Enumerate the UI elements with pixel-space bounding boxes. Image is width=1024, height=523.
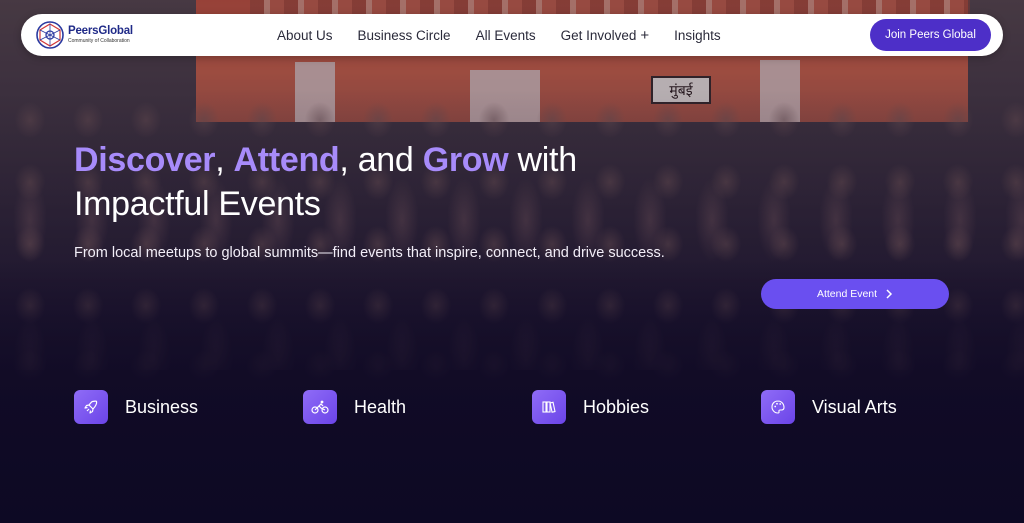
category-hobbies[interactable]: Hobbies bbox=[532, 390, 649, 424]
nav-link-business-circle[interactable]: Business Circle bbox=[358, 28, 451, 43]
join-peers-global-button[interactable]: Join Peers Global bbox=[870, 19, 991, 51]
rocket-icon bbox=[74, 390, 108, 424]
category-health[interactable]: Health bbox=[303, 390, 406, 424]
category-label: Hobbies bbox=[583, 396, 650, 417]
brand-name: PeersGlobal bbox=[68, 25, 133, 38]
attend-event-button[interactable]: Attend Event bbox=[761, 279, 949, 309]
nav-link-about-us[interactable]: About Us bbox=[277, 28, 333, 43]
hero-subtext: From local meetups to global summits—fin… bbox=[74, 245, 665, 261]
peersglobal-logo-icon bbox=[36, 21, 64, 49]
attend-event-label: Attend Event bbox=[816, 288, 878, 300]
plus-icon: + bbox=[640, 26, 650, 44]
headline-word-attend: Attend bbox=[233, 141, 340, 179]
top-navbar: PeersGlobal Community of Collaboration A… bbox=[21, 14, 1003, 56]
hero-background-photo: मुंबई bbox=[0, 0, 1024, 523]
nav-link-get-involved-label: Get Involved bbox=[560, 27, 637, 43]
category-business[interactable]: Business bbox=[74, 390, 198, 424]
cycling-icon bbox=[303, 390, 337, 424]
nav-link-insights[interactable]: Insights bbox=[674, 28, 721, 43]
nav-links: About Us Business Circle All Events Get … bbox=[277, 27, 746, 44]
category-label: Health bbox=[354, 396, 407, 417]
books-icon bbox=[532, 390, 566, 424]
headline-separator: , and bbox=[339, 141, 423, 179]
nav-link-all-events[interactable]: All Events bbox=[476, 28, 536, 43]
chevron-right-icon bbox=[886, 289, 893, 299]
headline-word-with: with bbox=[508, 141, 578, 179]
category-visual-arts[interactable]: Visual Arts bbox=[761, 390, 897, 424]
headline-line2: Impactful Events bbox=[74, 185, 321, 223]
category-label: Visual Arts bbox=[812, 396, 897, 417]
category-label: Business bbox=[125, 396, 199, 417]
headline-separator: , bbox=[215, 141, 234, 179]
hero-headline: Discover, Attend, and Grow with Impactfu… bbox=[74, 138, 577, 226]
headline-word-discover: Discover bbox=[74, 141, 216, 179]
headline-word-grow: Grow bbox=[422, 141, 509, 179]
nav-link-get-involved[interactable]: Get Involved + bbox=[561, 27, 650, 44]
brand-tagline: Community of Collaboration bbox=[68, 37, 130, 44]
brand-logo[interactable]: PeersGlobal Community of Collaboration bbox=[35, 17, 155, 53]
palette-icon bbox=[761, 390, 795, 424]
